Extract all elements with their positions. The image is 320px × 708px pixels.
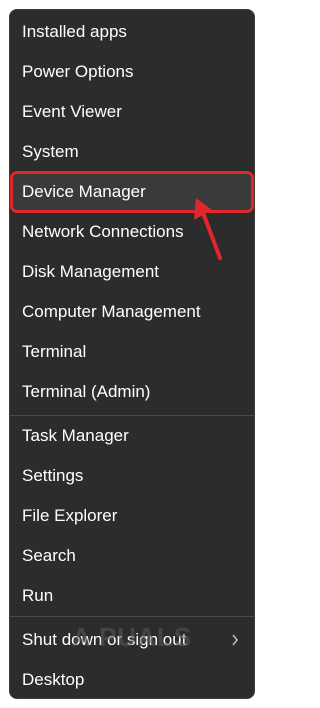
menu-item-label: Computer Management bbox=[22, 302, 201, 321]
menu-item-system[interactable]: System bbox=[13, 134, 251, 170]
menu-item-label: Network Connections bbox=[22, 222, 184, 241]
menu-item-label: Settings bbox=[22, 466, 84, 485]
menu-item-file-explorer[interactable]: File Explorer bbox=[13, 498, 251, 534]
menu-item-terminal-admin[interactable]: Terminal (Admin) bbox=[13, 374, 251, 410]
menu-separator bbox=[10, 415, 254, 416]
menu-item-power-options[interactable]: Power Options bbox=[13, 54, 251, 90]
menu-item-search[interactable]: Search bbox=[13, 538, 251, 574]
chevron-right-icon bbox=[231, 622, 239, 658]
menu-item-event-viewer[interactable]: Event Viewer bbox=[13, 94, 251, 130]
menu-item-settings[interactable]: Settings bbox=[13, 458, 251, 494]
menu-item-label: Search bbox=[22, 546, 76, 565]
menu-item-shut-down-or-sign-out[interactable]: Shut down or sign out bbox=[13, 622, 251, 658]
menu-item-task-manager[interactable]: Task Manager bbox=[13, 418, 251, 454]
menu-separator bbox=[10, 616, 254, 617]
menu-item-label: Shut down or sign out bbox=[22, 630, 187, 649]
annotation-arrow-icon bbox=[194, 198, 222, 260]
menu-item-label: Run bbox=[22, 586, 54, 605]
menu-item-computer-management[interactable]: Computer Management bbox=[13, 294, 251, 330]
menu-item-desktop[interactable]: Desktop bbox=[13, 662, 251, 698]
menu-item-label: System bbox=[22, 142, 79, 161]
menu-item-label: Desktop bbox=[22, 670, 85, 689]
menu-item-terminal[interactable]: Terminal bbox=[13, 334, 251, 370]
context-menu: Installed apps Power Options Event Viewe… bbox=[9, 9, 255, 699]
menu-item-label: Installed apps bbox=[22, 22, 127, 41]
menu-item-label: Device Manager bbox=[22, 182, 146, 201]
menu-item-label: Event Viewer bbox=[22, 102, 122, 121]
menu-item-label: Task Manager bbox=[22, 426, 129, 445]
menu-item-label: Terminal (Admin) bbox=[22, 382, 151, 401]
menu-item-installed-apps[interactable]: Installed apps bbox=[13, 14, 251, 50]
menu-item-run[interactable]: Run bbox=[13, 578, 251, 614]
menu-item-label: Power Options bbox=[22, 62, 134, 81]
menu-item-label: File Explorer bbox=[22, 506, 118, 525]
menu-item-label: Terminal bbox=[22, 342, 87, 361]
menu-item-label: Disk Management bbox=[22, 262, 160, 281]
